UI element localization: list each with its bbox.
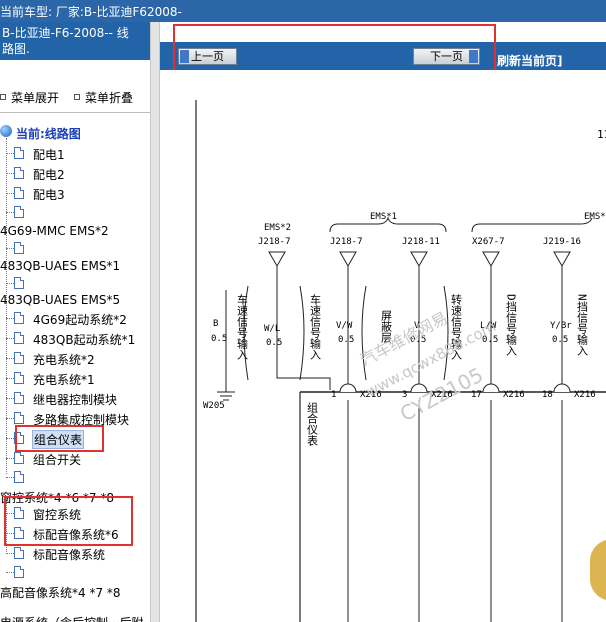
pin-number: 1 bbox=[331, 390, 336, 400]
ground-symbol bbox=[217, 378, 235, 401]
connector-label: J219-16 bbox=[543, 237, 581, 247]
tree-folder-483qb-ems5[interactable]: 483QB-UAES EMS*5 bbox=[0, 291, 150, 309]
document-icon bbox=[14, 452, 24, 464]
tree-item-blank[interactable] bbox=[0, 274, 150, 292]
current-model-text: 当前车型: 厂家:B-比亚迪F62008- bbox=[0, 5, 182, 19]
pin-connector: X216 bbox=[503, 390, 525, 400]
tree-item-charging2[interactable]: 充电系统*2 bbox=[0, 349, 150, 367]
ground-label: W205 bbox=[203, 401, 225, 411]
refresh-page-link[interactable]: 刷新当前页] bbox=[497, 52, 563, 69]
document-icon bbox=[14, 187, 24, 199]
sidebar-scrollbar[interactable] bbox=[150, 22, 160, 622]
watermark: 汽车维修网易 www.qcwx888.com CYZ2105 bbox=[357, 308, 499, 426]
document-icon bbox=[14, 507, 24, 519]
component-label: 组合仪表 bbox=[306, 401, 319, 447]
page-number: 11 bbox=[597, 128, 606, 141]
tree-item-blank[interactable] bbox=[0, 239, 150, 257]
tree-item-peidian3[interactable]: 配电3 bbox=[0, 184, 150, 202]
pin-number: 17 bbox=[471, 390, 482, 400]
expand-icon bbox=[0, 94, 6, 100]
signal-label: 车速信号输入 bbox=[236, 293, 249, 360]
tree-item-peidian1[interactable]: 配电1 bbox=[0, 144, 150, 162]
tree-item-blank[interactable] bbox=[0, 468, 150, 486]
document-icon bbox=[14, 312, 24, 324]
document-icon bbox=[14, 242, 24, 254]
window-title-bar: 当前车型: 厂家:B-比亚迪F62008- bbox=[0, 0, 606, 22]
wiring-diagram: 11 EMS*2 EMS*1 EMS* J218-7 J218-7 J218-1… bbox=[160, 70, 606, 622]
group-label: EMS*1 bbox=[370, 212, 397, 222]
sidebar-title: B-比亚迪-F6-2008-- 线 路图. bbox=[0, 22, 150, 60]
group-label: EMS* bbox=[584, 212, 606, 222]
tree-folder-power-system[interactable]: 电源系统（含后控制···后附··· bbox=[0, 612, 150, 622]
wire-size: 0.5 bbox=[211, 334, 227, 344]
document-icon bbox=[14, 352, 24, 364]
tree-item-peidian2[interactable]: 配电2 bbox=[0, 164, 150, 182]
tree-folder-4g69-ems[interactable]: 4G69-MMC EMS*2 bbox=[0, 222, 150, 240]
wire-size: 0.5 bbox=[338, 335, 354, 345]
pin-number: 18 bbox=[542, 390, 553, 400]
document-icon bbox=[14, 206, 24, 218]
tree-item-window-control[interactable]: 窗控系统 bbox=[0, 504, 150, 522]
tree-item-relay-module[interactable]: 继电器控制模块 bbox=[0, 389, 150, 407]
signal-label: N挡信号输入 bbox=[576, 294, 589, 356]
group-label: EMS*2 bbox=[264, 223, 291, 233]
document-icon bbox=[14, 471, 24, 483]
pin-connector: X216 bbox=[574, 390, 596, 400]
tree-root-current[interactable]: 当前:线路图 bbox=[0, 123, 150, 141]
document-icon bbox=[14, 277, 24, 289]
globe-icon bbox=[0, 125, 12, 137]
arrow-left-icon bbox=[180, 50, 189, 63]
document-icon bbox=[14, 392, 24, 404]
wire-size: 0.5 bbox=[552, 335, 568, 345]
connector-label: J218-11 bbox=[402, 237, 440, 247]
document-icon bbox=[14, 372, 24, 384]
wire-color: Y/Br bbox=[550, 321, 572, 331]
tree-item-std-audio[interactable]: 标配音像系统 bbox=[0, 544, 150, 562]
wire-color: W/L bbox=[264, 324, 280, 334]
tree-item-multiplex-module[interactable]: 多路集成控制模块 bbox=[0, 409, 150, 427]
tree-folder-483qb-ems1[interactable]: 483QB-UAES EMS*1 bbox=[0, 257, 150, 275]
connector-label: J218-7 bbox=[258, 237, 291, 247]
connector-label: X267-7 bbox=[472, 237, 505, 247]
tree-item-instrument-cluster[interactable]: 组合仪表 bbox=[0, 429, 150, 449]
menu-controls: 菜单展开 菜单折叠 bbox=[0, 87, 150, 105]
tree-item-combination-switch[interactable]: 组合开关 bbox=[0, 449, 150, 467]
next-page-button[interactable]: 下一页 bbox=[413, 48, 480, 65]
tree-item-charging1[interactable]: 充电系统*1 bbox=[0, 369, 150, 387]
tree-item-4g69-starter[interactable]: 4G69起动系统*2 bbox=[0, 309, 150, 327]
document-icon bbox=[14, 412, 24, 424]
collapse-icon bbox=[74, 94, 80, 100]
tree-item-blank[interactable] bbox=[0, 563, 150, 581]
wiring-diagram-svg: 11 EMS*2 EMS*1 EMS* J218-7 J218-7 J218-1… bbox=[195, 100, 606, 622]
tree-folder-premium-audio[interactable]: 高配音像系统*4 *7 *8 bbox=[0, 582, 150, 600]
signal-label: 车速信号输入 bbox=[309, 293, 322, 360]
sidebar-divider bbox=[0, 112, 150, 113]
connector-label: J218-7 bbox=[330, 237, 363, 247]
tree-folder-window-control[interactable]: 窗控系统*4 *6 *7 *8 bbox=[0, 487, 150, 505]
prev-page-button[interactable]: 上一页 bbox=[178, 48, 237, 65]
document-icon bbox=[14, 147, 24, 159]
document-icon bbox=[14, 527, 24, 539]
document-icon bbox=[14, 332, 24, 344]
tree-item-blank[interactable] bbox=[0, 203, 150, 221]
document-icon bbox=[14, 547, 24, 559]
tree-item-std-audio6[interactable]: 标配音像系统*6 bbox=[0, 524, 150, 542]
wire-color: B bbox=[213, 319, 218, 329]
arrow-right-icon bbox=[469, 50, 478, 63]
signal-label: D挡信号输入 bbox=[505, 294, 518, 356]
document-icon bbox=[14, 566, 24, 578]
logo-corner bbox=[590, 540, 606, 600]
tree-item-483qb-starter[interactable]: 483QB起动系统*1 bbox=[0, 329, 150, 347]
wire-size: 0.5 bbox=[266, 338, 282, 348]
document-icon bbox=[14, 167, 24, 179]
menu-expand-button[interactable]: 菜单展开 bbox=[0, 89, 59, 106]
document-icon bbox=[14, 432, 24, 444]
sidebar-gap bbox=[0, 60, 150, 82]
wire-color: V/W bbox=[336, 321, 353, 331]
menu-collapse-button[interactable]: 菜单折叠 bbox=[74, 89, 133, 106]
